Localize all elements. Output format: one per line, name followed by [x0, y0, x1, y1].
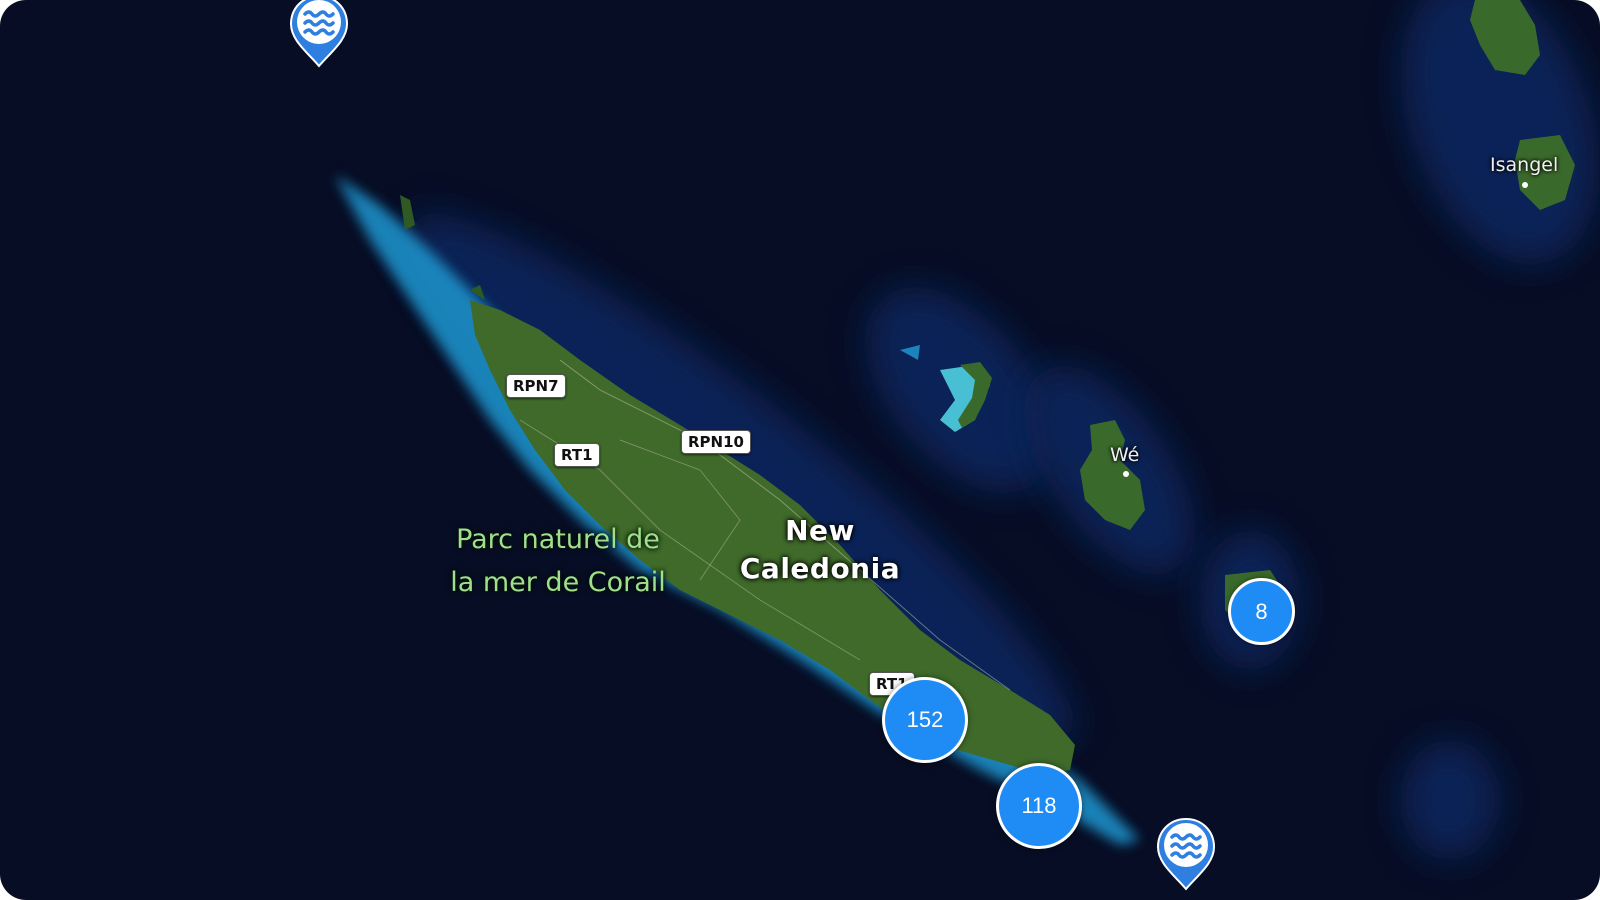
- cluster-marker[interactable]: 152: [882, 677, 968, 763]
- map-terrain: [335, 0, 1599, 860]
- place-dot-we: [1123, 471, 1129, 477]
- place-label-we: Wé: [1110, 444, 1140, 466]
- place-label-isangel: Isangel: [1490, 154, 1559, 176]
- place-dot-isangel: [1522, 182, 1528, 188]
- satellite-map[interactable]: Parc naturel de la mer de Corail New Cal…: [0, 0, 1600, 900]
- marine-park-label: Parc naturel de la mer de Corail: [418, 518, 698, 604]
- park-label-line1: Parc naturel de: [456, 524, 660, 555]
- country-label-line1: New: [785, 514, 855, 547]
- road-shield-rpn7: RPN7: [506, 374, 566, 398]
- water-location-pin[interactable]: [1154, 815, 1218, 893]
- road-shield-rt1: RT1: [554, 443, 600, 467]
- road-shield-rpn10: RPN10: [681, 430, 751, 454]
- country-label: New Caledonia: [700, 512, 940, 588]
- water-location-pin[interactable]: [287, 0, 351, 70]
- country-label-line2: Caledonia: [739, 552, 901, 585]
- cluster-marker[interactable]: 118: [996, 763, 1082, 849]
- park-label-line2: la mer de Corail: [450, 567, 666, 598]
- cluster-marker[interactable]: 8: [1228, 578, 1295, 645]
